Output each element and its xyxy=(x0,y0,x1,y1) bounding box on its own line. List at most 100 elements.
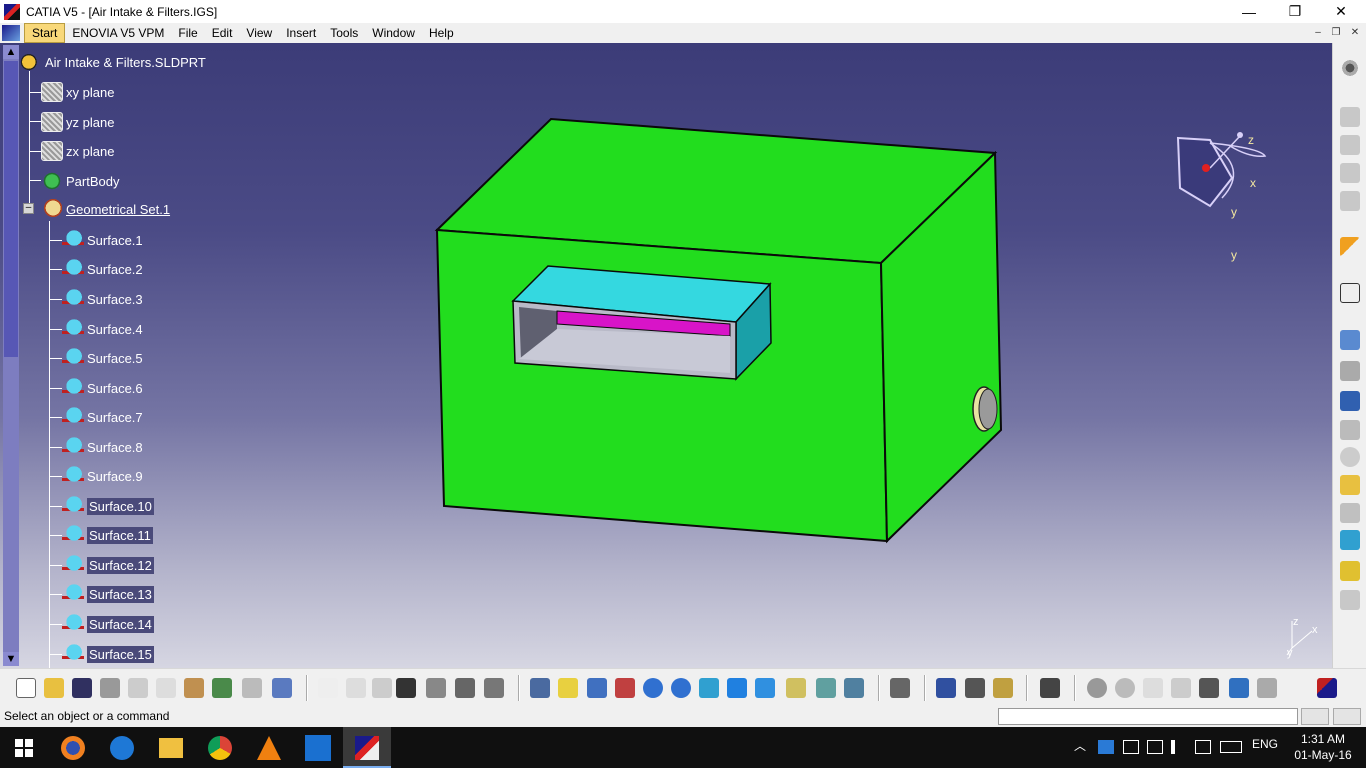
hole-icon[interactable] xyxy=(1340,447,1360,467)
tree-item-surface[interactable]: Surface.7 xyxy=(62,406,143,428)
tree-item-surface[interactable]: Surface.13 xyxy=(62,583,154,605)
units-icon[interactable] xyxy=(1171,678,1191,698)
cut-icon[interactable] xyxy=(128,678,148,698)
view-tool-1-icon[interactable] xyxy=(1340,107,1360,127)
sketcher-icon[interactable] xyxy=(1340,283,1360,303)
3d-viewport[interactable]: ▲ ▼ Air Intake & Filters.SLDPRT xy plane… xyxy=(0,43,1366,668)
update-icon[interactable] xyxy=(890,678,910,698)
view-tool-4-icon[interactable] xyxy=(1340,191,1360,211)
comment-icon[interactable] xyxy=(346,678,366,698)
draft-icon[interactable] xyxy=(1340,503,1360,523)
status-button-2[interactable] xyxy=(1333,708,1361,725)
menu-view[interactable]: View xyxy=(239,23,279,43)
axis-system-icon[interactable] xyxy=(1087,678,1107,698)
zoom-out-icon[interactable] xyxy=(671,678,691,698)
binoculars-icon[interactable] xyxy=(1340,391,1360,411)
3d-axis-icon[interactable] xyxy=(1143,678,1163,698)
network-icon[interactable] xyxy=(1098,740,1114,754)
save-icon[interactable] xyxy=(72,678,92,698)
menu-start[interactable]: Start xyxy=(24,23,66,43)
undo-icon[interactable] xyxy=(212,678,232,698)
volume-icon[interactable] xyxy=(1171,740,1187,754)
notifications-icon[interactable] xyxy=(1195,740,1211,754)
capture-camera-icon[interactable] xyxy=(1040,678,1060,698)
menu-edit[interactable]: Edit xyxy=(205,23,240,43)
measure-inertia-icon[interactable] xyxy=(965,678,985,698)
render-style-icon[interactable] xyxy=(786,678,806,698)
status-button-1[interactable] xyxy=(1301,708,1329,725)
pocket-icon[interactable] xyxy=(1340,361,1360,381)
catia-menu-logo-icon[interactable] xyxy=(2,25,20,41)
tree-item-surface[interactable]: Surface.8 xyxy=(62,436,143,458)
menu-enovia[interactable]: ENOVIA V5 VPM xyxy=(65,23,171,43)
measure-icon[interactable] xyxy=(936,678,956,698)
taskbar-edge[interactable] xyxy=(98,727,146,768)
new-file-icon[interactable] xyxy=(16,678,36,698)
tree-item-surface[interactable]: Surface.3 xyxy=(62,288,143,310)
formula-icon[interactable] xyxy=(318,678,338,698)
open-folder-icon[interactable] xyxy=(44,678,64,698)
fillet-icon[interactable] xyxy=(1340,475,1360,495)
layers-icon[interactable] xyxy=(1257,678,1277,698)
pad-icon[interactable] xyxy=(1340,330,1360,350)
tree-item-surface[interactable]: Surface.2 xyxy=(62,258,143,280)
command-input[interactable] xyxy=(998,708,1298,725)
start-button[interactable] xyxy=(0,727,48,768)
paste-icon[interactable] xyxy=(184,678,204,698)
menu-insert[interactable]: Insert xyxy=(279,23,323,43)
taskbar-explorer[interactable] xyxy=(147,727,195,768)
tree-item-surface[interactable]: Surface.12 xyxy=(62,554,154,576)
taskbar-chrome[interactable] xyxy=(196,727,244,768)
menu-file[interactable]: File xyxy=(171,23,204,43)
knowledge-icon[interactable] xyxy=(372,678,392,698)
menu-window[interactable]: Window xyxy=(365,23,422,43)
shell-icon[interactable] xyxy=(1340,530,1360,550)
battery-icon[interactable] xyxy=(1123,740,1139,754)
tree-item-surface[interactable]: Surface.9 xyxy=(62,465,143,487)
hide-show-icon[interactable] xyxy=(816,678,836,698)
table-icon[interactable] xyxy=(396,678,416,698)
apply-material-icon[interactable] xyxy=(993,678,1013,698)
multi-view-icon[interactable] xyxy=(727,678,747,698)
taskbar-vlc[interactable] xyxy=(245,727,293,768)
settings-gear-icon[interactable] xyxy=(1340,58,1360,78)
pan-icon[interactable] xyxy=(587,678,607,698)
document-minimize-button[interactable]: – xyxy=(1310,25,1326,41)
minimize-button[interactable]: — xyxy=(1226,0,1272,23)
scan-icon[interactable] xyxy=(484,678,504,698)
cube-view-icon[interactable] xyxy=(1199,678,1219,698)
swap-space-icon[interactable] xyxy=(844,678,864,698)
copy-icon[interactable] xyxy=(156,678,176,698)
view-tool-3-icon[interactable] xyxy=(1340,163,1360,183)
tree-item-surface[interactable]: Surface.15 xyxy=(62,643,154,665)
lock-icon[interactable] xyxy=(455,678,475,698)
fit-all-icon[interactable] xyxy=(558,678,578,698)
normal-view-icon[interactable] xyxy=(699,678,719,698)
whats-this-icon[interactable] xyxy=(272,678,292,698)
tree-item-surface[interactable]: Surface.14 xyxy=(62,613,154,635)
taskbar-wifi-app[interactable] xyxy=(294,727,342,768)
tree-item-surface[interactable]: Surface.10 xyxy=(62,495,154,517)
view-tool-2-icon[interactable] xyxy=(1340,135,1360,155)
language-indicator[interactable]: ENG xyxy=(1252,737,1278,751)
rotate-icon[interactable] xyxy=(615,678,635,698)
hand-icon[interactable] xyxy=(1115,678,1135,698)
tree-item-surface[interactable]: Surface.5 xyxy=(62,347,143,369)
document-close-button[interactable]: ✕ xyxy=(1347,25,1363,41)
display-icon[interactable] xyxy=(1147,740,1163,754)
tree-item-surface[interactable]: Surface.6 xyxy=(62,377,143,399)
zoom-in-icon[interactable] xyxy=(643,678,663,698)
shaft-icon[interactable] xyxy=(1340,420,1360,440)
taskbar-firefox[interactable] xyxy=(49,727,97,768)
catalog-icon[interactable] xyxy=(426,678,446,698)
taskbar-catia[interactable] xyxy=(343,727,391,768)
thickness-icon[interactable] xyxy=(1340,561,1360,581)
menu-help[interactable]: Help xyxy=(422,23,461,43)
clock[interactable]: 1:31 AM 01-May-16 xyxy=(1290,731,1356,763)
part-model[interactable] xyxy=(0,43,1330,668)
print-icon[interactable] xyxy=(100,678,120,698)
iso-view-icon[interactable] xyxy=(755,678,775,698)
menu-tools[interactable]: Tools xyxy=(323,23,365,43)
constraints-icon[interactable] xyxy=(1229,678,1249,698)
document-restore-button[interactable]: ❐ xyxy=(1328,25,1344,41)
